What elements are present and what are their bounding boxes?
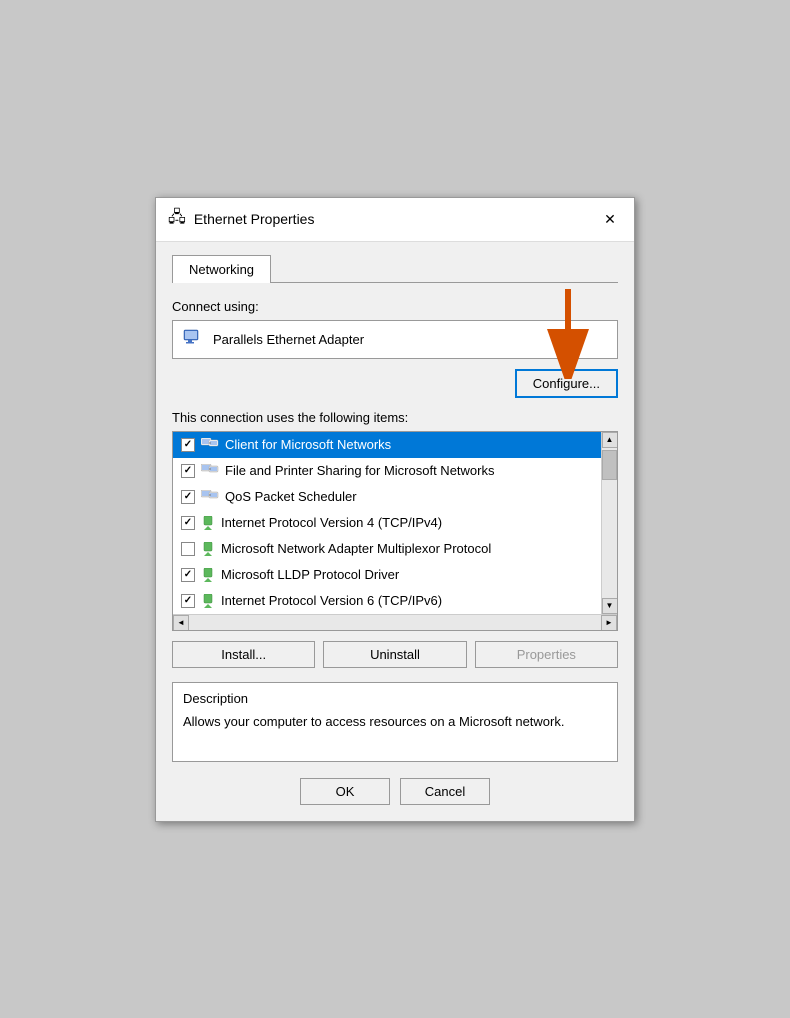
uninstall-button[interactable]: Uninstall (323, 641, 466, 668)
title-bar: 🖧 Ethernet Properties ✕ (156, 198, 634, 242)
item-label-0: Client for Microsoft Networks (225, 437, 391, 452)
list-item[interactable]: Microsoft Network Adapter Multiplexor Pr… (173, 536, 601, 562)
list-item[interactable]: File and Printer Sharing for Microsoft N… (173, 458, 601, 484)
adapter-box: Parallels Ethernet Adapter (172, 320, 618, 359)
action-buttons-row: Install... Uninstall Properties (172, 641, 618, 668)
scrollbar-track (602, 448, 617, 598)
close-button[interactable]: ✕ (598, 207, 622, 231)
scroll-right-button[interactable]: ► (601, 615, 617, 631)
list-items: Client for Microsoft Networks (173, 432, 601, 614)
list-item[interactable]: Microsoft LLDP Protocol Driver (173, 562, 601, 588)
items-container: Client for Microsoft Networks (172, 431, 618, 631)
connect-using-label: Connect using: (172, 299, 618, 314)
list-item[interactable]: QoS Packet Scheduler (173, 484, 601, 510)
scrollbar-thumb[interactable] (602, 450, 617, 480)
ok-button[interactable]: OK (300, 778, 390, 805)
configure-wrapper: Configure... (515, 369, 618, 398)
item-label-4: Microsoft Network Adapter Multiplexor Pr… (221, 541, 491, 556)
item-icon-2 (201, 490, 219, 504)
item-checkbox-4[interactable] (181, 542, 195, 556)
install-button[interactable]: Install... (172, 641, 315, 668)
list-item[interactable]: Internet Protocol Version 4 (TCP/IPv4) (173, 510, 601, 536)
configure-button[interactable]: Configure... (515, 369, 618, 398)
dialog-icon: 🖧 (168, 206, 186, 233)
item-label-2: QoS Packet Scheduler (225, 489, 357, 504)
description-group: Description Allows your computer to acce… (172, 682, 618, 762)
item-label-3: Internet Protocol Version 4 (TCP/IPv4) (221, 515, 442, 530)
configure-row: Configure... (172, 369, 618, 398)
properties-button[interactable]: Properties (475, 641, 618, 668)
scroll-left-button[interactable]: ◄ (173, 615, 189, 631)
cancel-button[interactable]: Cancel (400, 778, 490, 805)
vertical-scrollbar[interactable]: ▲ ▼ (601, 432, 617, 614)
ethernet-properties-dialog: 🖧 Ethernet Properties ✕ Networking Conne… (155, 197, 635, 822)
item-icon-6 (201, 594, 215, 608)
item-icon-1 (201, 464, 219, 478)
scroll-down-button[interactable]: ▼ (602, 598, 618, 614)
item-label-5: Microsoft LLDP Protocol Driver (221, 567, 399, 582)
dialog-body: Networking Connect using: Parallels Ethe… (156, 242, 634, 821)
list-item[interactable]: Client for Microsoft Networks (173, 432, 601, 458)
dialog-title: Ethernet Properties (194, 211, 598, 227)
item-checkbox-1[interactable] (181, 464, 195, 478)
h-scrollbar-track (189, 615, 601, 630)
item-checkbox-6[interactable] (181, 594, 195, 608)
item-label-1: File and Printer Sharing for Microsoft N… (225, 463, 494, 478)
connection-items-label: This connection uses the following items… (172, 410, 618, 425)
item-icon-4 (201, 542, 215, 556)
horizontal-scrollbar[interactable]: ◄ ► (173, 614, 617, 630)
item-icon-0 (201, 438, 219, 452)
item-label-6: Internet Protocol Version 6 (TCP/IPv6) (221, 593, 442, 608)
scroll-up-button[interactable]: ▲ (602, 432, 618, 448)
list-item[interactable]: Internet Protocol Version 6 (TCP/IPv6) (173, 588, 601, 614)
ok-cancel-row: OK Cancel (172, 778, 618, 805)
item-checkbox-0[interactable] (181, 438, 195, 452)
item-icon-5 (201, 568, 215, 582)
item-icon-3 (201, 516, 215, 530)
description-title: Description (183, 691, 607, 706)
item-checkbox-3[interactable] (181, 516, 195, 530)
description-text: Allows your computer to access resources… (183, 712, 607, 732)
item-checkbox-2[interactable] (181, 490, 195, 504)
tab-networking[interactable]: Networking (172, 255, 271, 283)
list-with-scrollbar: Client for Microsoft Networks (173, 432, 617, 614)
tab-strip: Networking (172, 254, 618, 283)
adapter-icon (183, 329, 205, 350)
item-checkbox-5[interactable] (181, 568, 195, 582)
adapter-name: Parallels Ethernet Adapter (213, 332, 364, 347)
